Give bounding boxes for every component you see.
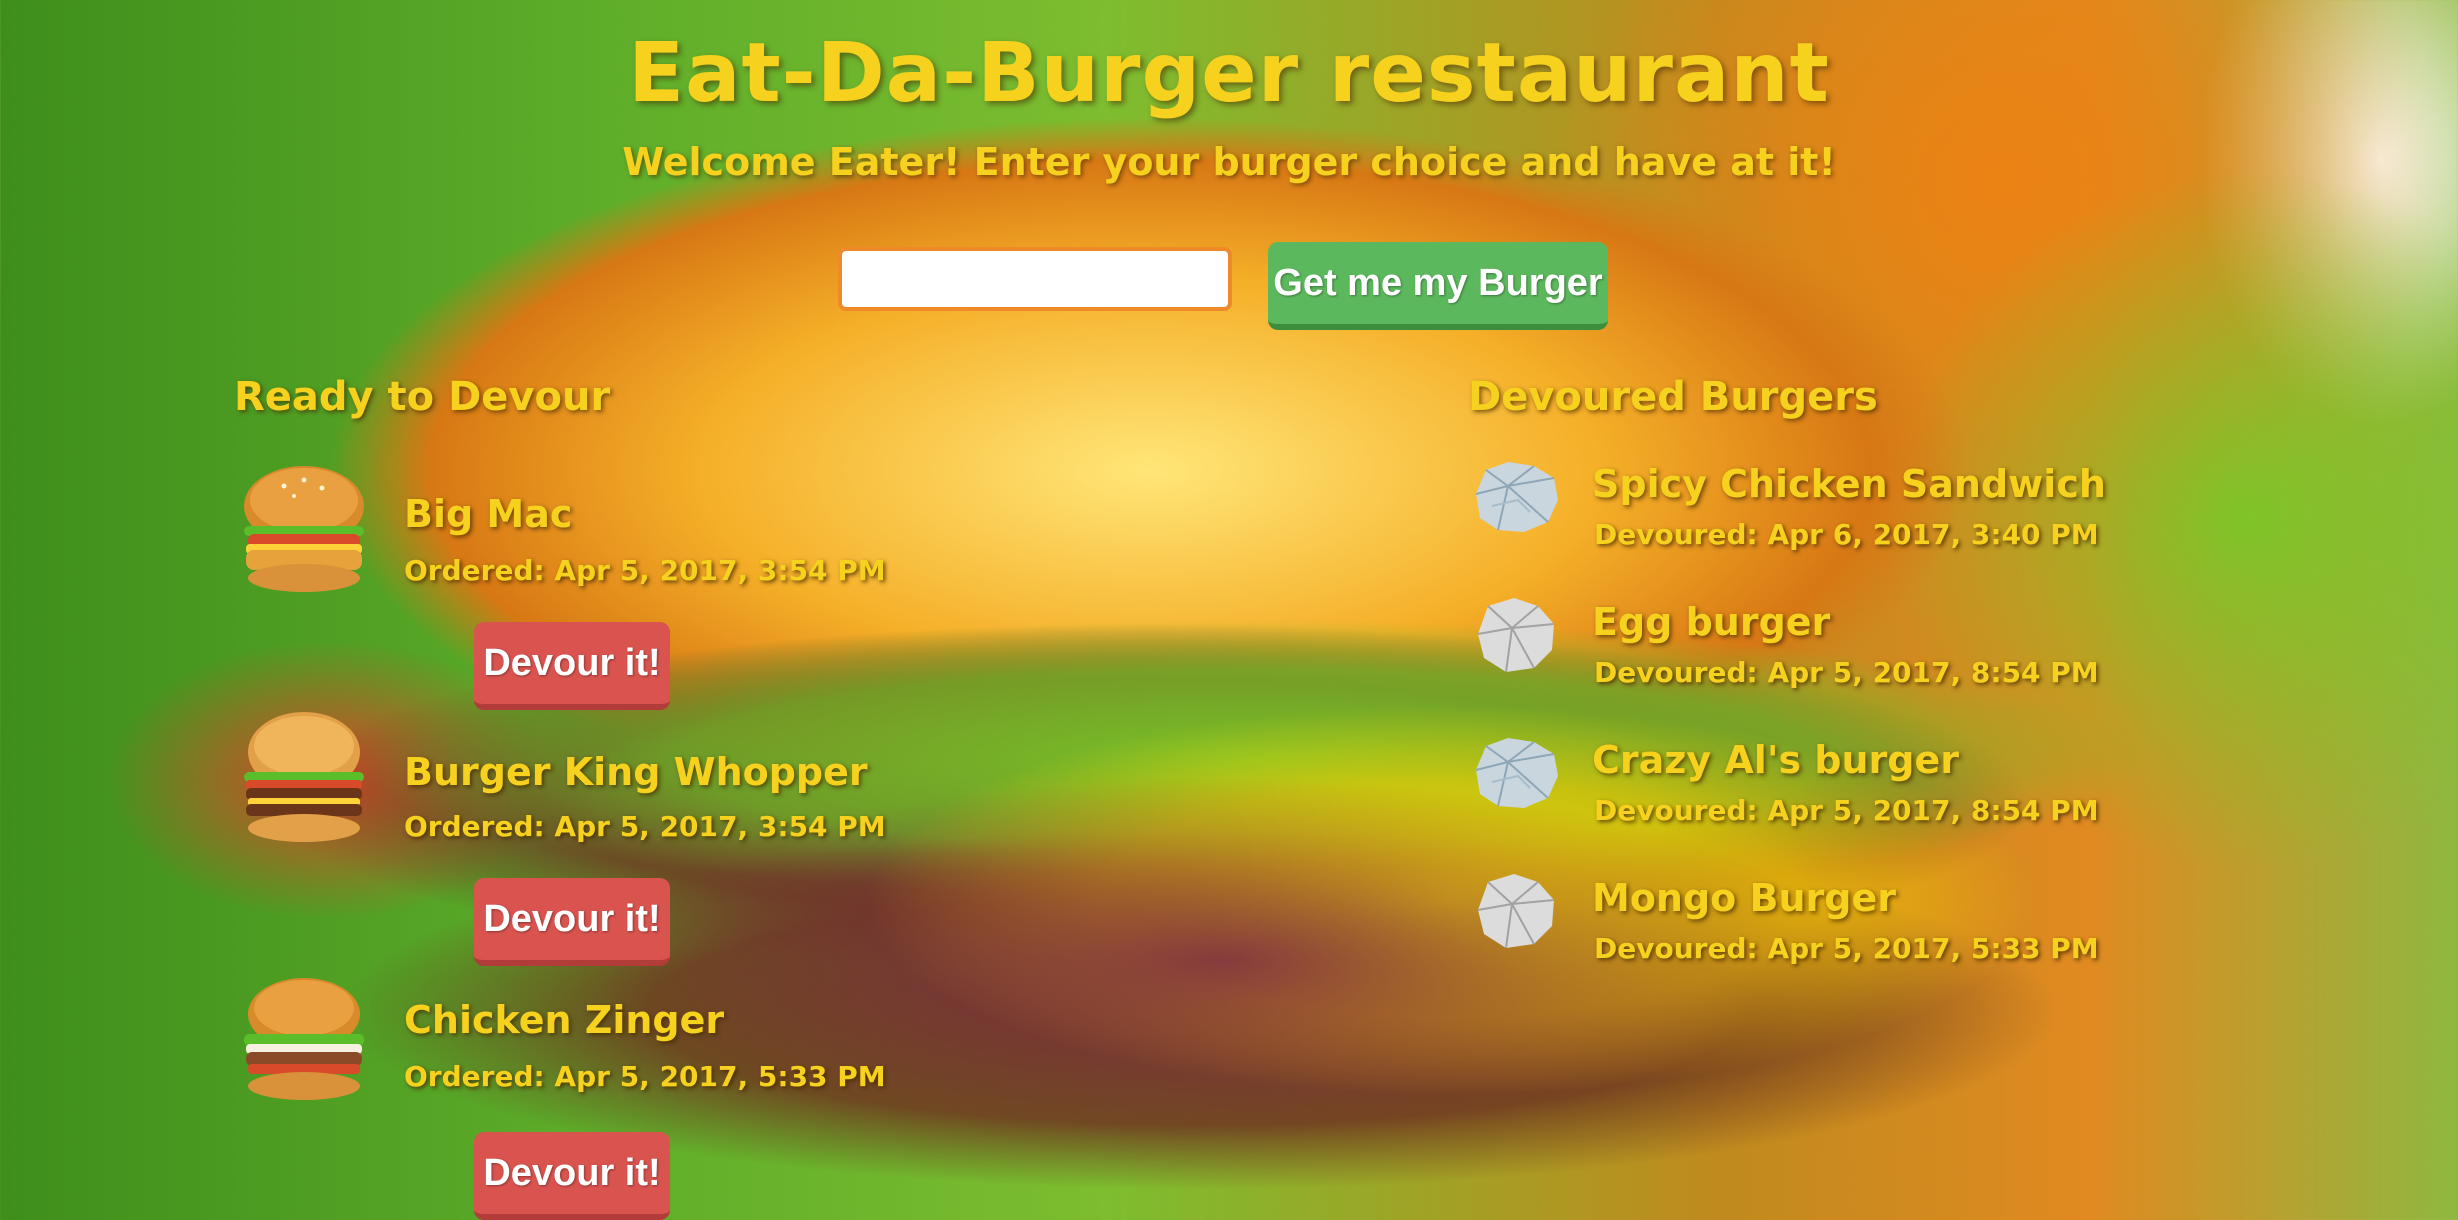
devoured-burger-item: Crazy Al's burger Devoured: Apr 5, 2017,… bbox=[1468, 732, 2168, 862]
burger-name: Chicken Zinger bbox=[404, 998, 725, 1042]
devoured-timestamp: Devoured: Apr 5, 2017, 5:33 PM bbox=[1594, 932, 2099, 965]
burger-icon bbox=[244, 978, 364, 1100]
burger-name: Burger King Whopper bbox=[404, 750, 868, 794]
ready-burger-item: Chicken Zinger Ordered: Apr 5, 2017, 5:3… bbox=[234, 972, 934, 1220]
ready-burger-item: Big Mac Ordered: Apr 5, 2017, 3:54 PM De… bbox=[234, 456, 934, 710]
get-burger-button[interactable]: Get me my Burger bbox=[1268, 242, 1608, 330]
crumpled-wrapper-icon bbox=[1477, 874, 1555, 949]
devour-button[interactable]: Devour it! bbox=[474, 878, 670, 966]
devoured-burgers-heading: Devoured Burgers bbox=[1468, 374, 1878, 420]
crumpled-wrapper-icon bbox=[1475, 738, 1558, 808]
devoured-burger-name: Mongo Burger bbox=[1592, 876, 1896, 920]
devoured-burger-name: Crazy Al's burger bbox=[1592, 738, 1960, 782]
burger-name: Big Mac bbox=[404, 492, 573, 536]
devour-button[interactable]: Devour it! bbox=[474, 1132, 670, 1220]
ready-burger-item: Burger King Whopper Ordered: Apr 5, 2017… bbox=[234, 708, 934, 966]
ordered-timestamp: Ordered: Apr 5, 2017, 3:54 PM bbox=[404, 810, 886, 843]
devoured-burger-name: Egg burger bbox=[1592, 600, 1831, 644]
devoured-timestamp: Devoured: Apr 6, 2017, 3:40 PM bbox=[1594, 518, 2099, 551]
burger-icon bbox=[244, 712, 364, 842]
ordered-timestamp: Ordered: Apr 5, 2017, 5:33 PM bbox=[404, 1060, 886, 1093]
devoured-timestamp: Devoured: Apr 5, 2017, 8:54 PM bbox=[1594, 656, 2099, 689]
crumpled-wrapper-icon bbox=[1477, 598, 1555, 673]
page-title: Eat-Da-Burger restaurant bbox=[628, 26, 1830, 121]
devoured-burger-item: Mongo Burger Devoured: Apr 5, 2017, 5:33… bbox=[1468, 870, 2168, 1000]
devoured-burger-item: Egg burger Devoured: Apr 5, 2017, 8:54 P… bbox=[1468, 594, 2168, 724]
page-subtitle: Welcome Eater! Enter your burger choice … bbox=[622, 140, 1836, 184]
devoured-burger-item: Spicy Chicken Sandwich Devoured: Apr 6, … bbox=[1468, 456, 2168, 586]
devoured-burger-name: Spicy Chicken Sandwich bbox=[1592, 462, 2106, 506]
burger-name-input[interactable] bbox=[838, 247, 1232, 311]
devour-button[interactable]: Devour it! bbox=[474, 622, 670, 710]
page: Eat-Da-Burger restaurant Welcome Eater! … bbox=[0, 0, 2458, 1220]
crumpled-wrapper-icon bbox=[1475, 462, 1558, 532]
devoured-timestamp: Devoured: Apr 5, 2017, 8:54 PM bbox=[1594, 794, 2099, 827]
ready-to-devour-heading: Ready to Devour bbox=[234, 374, 611, 420]
burger-icon bbox=[244, 466, 364, 592]
ordered-timestamp: Ordered: Apr 5, 2017, 3:54 PM bbox=[404, 554, 886, 587]
